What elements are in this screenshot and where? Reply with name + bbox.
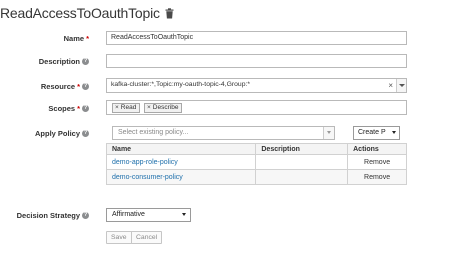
required-marker: * bbox=[77, 81, 80, 91]
description-label: Description? bbox=[38, 56, 89, 66]
resource-dropdown-toggle[interactable] bbox=[396, 79, 406, 92]
decision-strategy-label: Decision Strategy? bbox=[16, 210, 89, 220]
policy-name-link[interactable]: demo-consumer-policy bbox=[105, 169, 257, 185]
column-header-description: Description bbox=[255, 143, 349, 155]
resource-value: kafka-cluster:*,Topic:my-oauth-topic-4,G… bbox=[111, 81, 251, 88]
help-icon[interactable]: ? bbox=[82, 82, 89, 90]
column-header-name: Name bbox=[105, 143, 257, 155]
save-button[interactable]: Save bbox=[106, 231, 132, 244]
clear-icon[interactable]: × bbox=[388, 81, 393, 90]
help-icon[interactable]: ? bbox=[82, 129, 89, 137]
chevron-down-icon bbox=[392, 131, 396, 134]
trash-icon[interactable] bbox=[165, 7, 174, 19]
scope-chip-read[interactable]: × Read bbox=[112, 103, 141, 113]
policies-table: Name Description Actions demo-app-role-p… bbox=[105, 143, 407, 185]
remove-chip-icon[interactable]: × bbox=[147, 104, 151, 111]
cancel-button[interactable]: Cancel bbox=[131, 231, 163, 244]
policy-dropdown-toggle[interactable] bbox=[323, 127, 334, 139]
remove-chip-icon[interactable]: × bbox=[115, 104, 119, 111]
chevron-down-icon bbox=[182, 213, 186, 216]
help-icon[interactable]: ? bbox=[82, 211, 89, 219]
scopes-label: Scopes *? bbox=[48, 103, 89, 113]
remove-button[interactable]: Remove bbox=[347, 154, 407, 170]
help-icon[interactable]: ? bbox=[82, 104, 89, 112]
create-policy-select[interactable]: Create P bbox=[353, 126, 400, 140]
policy-name-link[interactable]: demo-app-role-policy bbox=[105, 154, 257, 170]
policy-description bbox=[255, 169, 349, 185]
chevron-down-icon bbox=[399, 84, 405, 87]
decision-strategy-select[interactable]: Affirmative bbox=[106, 208, 191, 222]
policy-select-placeholder: Select existing policy... bbox=[118, 129, 189, 136]
description-input[interactable] bbox=[106, 54, 407, 68]
page-header: ReadAccessToOauthTopic bbox=[0, 0, 174, 26]
name-label: Name * bbox=[63, 33, 89, 43]
table-row: demo-app-role-policy Remove bbox=[105, 154, 407, 170]
table-row: demo-consumer-policy Remove bbox=[105, 169, 407, 185]
resource-select[interactable]: kafka-cluster:*,Topic:my-oauth-topic-4,G… bbox=[106, 78, 407, 93]
chevron-down-icon bbox=[327, 131, 331, 134]
resource-label: Resource *? bbox=[40, 81, 89, 91]
scope-chip-describe[interactable]: × Describe bbox=[144, 103, 183, 113]
help-icon[interactable]: ? bbox=[82, 57, 89, 65]
scopes-input[interactable]: × Read × Describe bbox=[106, 100, 407, 115]
remove-button[interactable]: Remove bbox=[347, 169, 407, 185]
page-title: ReadAccessToOauthTopic bbox=[0, 5, 160, 21]
name-input[interactable]: ReadAccessToOauthTopic bbox=[106, 31, 407, 45]
column-header-actions: Actions bbox=[347, 143, 407, 155]
required-marker: * bbox=[86, 33, 89, 43]
policy-description bbox=[255, 154, 349, 170]
policy-select[interactable]: Select existing policy... bbox=[112, 126, 335, 140]
required-marker: * bbox=[77, 103, 80, 113]
apply-policy-label: Apply Policy? bbox=[34, 128, 89, 138]
